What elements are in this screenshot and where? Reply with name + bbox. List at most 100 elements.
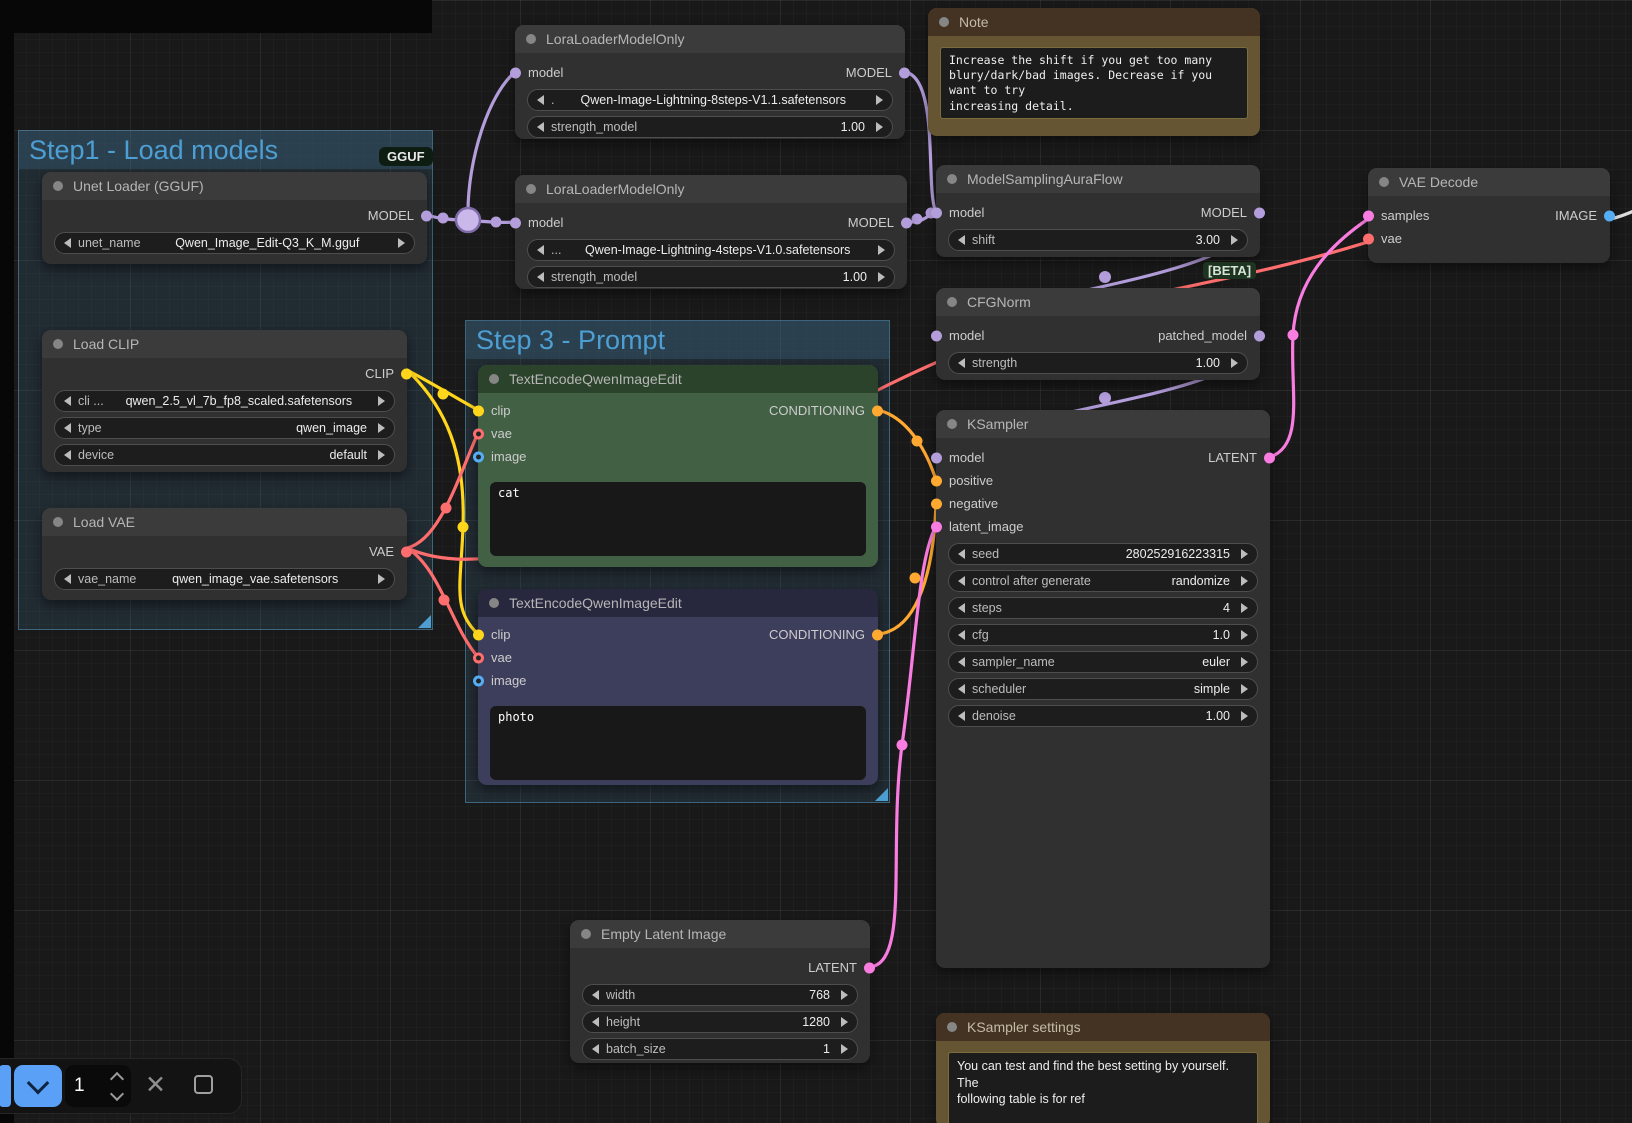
increment-arrow-icon[interactable] [378,450,385,460]
denoise-widget[interactable]: denoise 1.00 [948,705,1258,727]
increment-arrow-icon[interactable] [841,990,848,1000]
increment-arrow-icon[interactable] [1241,603,1248,613]
cfg-widget[interactable]: cfg 1.0 [948,624,1258,646]
model-input-slot[interactable] [510,67,521,78]
node-collapse-dot[interactable] [53,517,63,527]
node-header[interactable]: LoraLoaderModelOnly [515,175,907,203]
clip-name-widget[interactable]: cli ... qwen_2.5_vl_7b_fp8_scaled.safete… [54,390,395,412]
stop-icon[interactable] [194,1075,213,1094]
latent-image-input-slot[interactable] [931,521,942,532]
samples-input-slot[interactable] [1363,210,1374,221]
model-output-slot[interactable] [1254,207,1265,218]
node-load-clip[interactable]: Load CLIP CLIP cli ... qwen_2.5_vl_7b_fp… [42,330,412,472]
node-empty-latent-image[interactable]: Empty Latent Image LATENT width 768 heig… [570,920,875,1063]
image-input-slot[interactable] [473,675,484,686]
node-header[interactable]: VAE Decode [1368,168,1610,196]
batch-size-widget[interactable]: batch_size 1 [582,1038,858,1060]
note-textarea[interactable]: You can test and find the best setting b… [948,1052,1258,1123]
node-collapse-dot[interactable] [526,34,536,44]
queue-run-button[interactable] [0,1065,11,1107]
increment-arrow-icon[interactable] [1241,711,1248,721]
vae-input-slot[interactable] [473,652,484,663]
node-note-ksampler-settings[interactable]: KSampler settings You can test and find … [936,1013,1270,1123]
decrement-arrow-icon[interactable] [958,358,965,368]
decrement-arrow-icon[interactable] [958,684,965,694]
node-load-vae[interactable]: Load VAE VAE vae_name qwen_image_vae.saf… [42,508,412,600]
node-header[interactable]: Note [928,8,1260,36]
increment-arrow-icon[interactable] [1241,576,1248,586]
type-widget[interactable]: type qwen_image [54,417,395,439]
strength-model-widget[interactable]: strength_model 1.00 [527,266,895,288]
scheduler-widget[interactable]: scheduler simple [948,678,1258,700]
node-text-encode-positive[interactable]: TextEncodeQwenImageEdit clip CONDITIONIN… [473,365,883,567]
node-header[interactable]: ModelSamplingAuraFlow [936,165,1260,193]
shift-widget[interactable]: shift 3.00 [948,229,1248,251]
latent-output-slot[interactable] [1264,452,1275,463]
positive-input-slot[interactable] [931,475,942,486]
increment-arrow-icon[interactable] [1241,657,1248,667]
clip-input-slot[interactable] [473,629,484,640]
model-output-slot[interactable] [901,217,912,228]
decrement-arrow-icon[interactable] [537,272,544,282]
decrement-arrow-icon[interactable] [64,396,71,406]
node-note-shift[interactable]: Note Increase the shift if you get too m… [928,8,1260,136]
decrement-arrow-icon[interactable] [958,235,965,245]
batch-count-stepper[interactable]: 1 [65,1065,131,1107]
decrement-arrow-icon[interactable] [537,245,544,255]
conditioning-output-slot[interactable] [872,629,883,640]
increment-arrow-icon[interactable] [841,1044,848,1054]
conditioning-output-slot[interactable] [872,405,883,416]
increment-arrow-icon[interactable] [1231,235,1238,245]
node-collapse-dot[interactable] [526,184,536,194]
node-collapse-dot[interactable] [939,17,949,27]
increment-arrow-icon[interactable] [876,122,883,132]
prompt-textarea[interactable]: photo [490,706,866,780]
increment-arrow-icon[interactable] [1231,358,1238,368]
node-collapse-dot[interactable] [53,339,63,349]
node-collapse-dot[interactable] [1379,177,1389,187]
decrement-arrow-icon[interactable] [64,574,71,584]
image-input-slot[interactable] [473,451,484,462]
steps-widget[interactable]: steps 4 [948,597,1258,619]
model-input-slot[interactable] [931,452,942,463]
node-text-encode-negative[interactable]: TextEncodeQwenImageEdit clip CONDITIONIN… [473,589,883,785]
node-collapse-dot[interactable] [489,598,499,608]
model-output-slot[interactable] [421,210,432,221]
lora-name-widget[interactable]: ... Qwen-Image-Lightning-4steps-V1.0.saf… [527,239,895,261]
group-step3-title[interactable]: Step 3 - Prompt [466,321,889,359]
decrement-arrow-icon[interactable] [958,603,965,613]
spinner-down-icon[interactable] [109,1086,125,1101]
increment-arrow-icon[interactable] [1241,549,1248,559]
seed-widget[interactable]: seed 280252916223315 [948,543,1258,565]
increment-arrow-icon[interactable] [878,245,885,255]
decrement-arrow-icon[interactable] [958,711,965,721]
group-step1-title[interactable]: Step1 - Load models [19,131,432,169]
strength-model-widget[interactable]: strength_model 1.00 [527,116,893,138]
strength-widget[interactable]: strength 1.00 [948,352,1248,374]
increment-arrow-icon[interactable] [876,95,883,105]
increment-arrow-icon[interactable] [378,396,385,406]
node-unet-loader[interactable]: Unet Loader (GGUF) MODEL unet_name Qwen_… [42,172,432,264]
height-widget[interactable]: height 1280 [582,1011,858,1033]
device-widget[interactable]: device default [54,444,395,466]
node-model-sampling-auraflow[interactable]: ModelSamplingAuraFlow model MODEL shift … [931,165,1265,257]
node-header[interactable]: KSampler [936,410,1270,438]
model-input-slot[interactable] [510,217,521,228]
node-collapse-dot[interactable] [489,374,499,384]
model-input-slot[interactable] [931,207,942,218]
vae-input-slot[interactable] [1363,233,1374,244]
control-after-generate-widget[interactable]: control after generate randomize [948,570,1258,592]
node-header[interactable]: Load VAE [42,508,407,536]
model-output-slot[interactable] [899,67,910,78]
graph-canvas[interactable]: Step1 - Load models Step 3 - Prompt Lora… [0,0,1632,1123]
decrement-arrow-icon[interactable] [64,423,71,433]
increment-arrow-icon[interactable] [378,574,385,584]
decrement-arrow-icon[interactable] [958,657,965,667]
model-input-slot[interactable] [931,330,942,341]
decrement-arrow-icon[interactable] [592,1044,599,1054]
node-header[interactable]: Unet Loader (GGUF) [42,172,427,200]
spinner-up-icon[interactable] [109,1071,125,1086]
node-header[interactable]: Empty Latent Image [570,920,870,948]
node-header[interactable]: LoraLoaderModelOnly [515,25,905,53]
image-output-slot[interactable] [1604,210,1615,221]
